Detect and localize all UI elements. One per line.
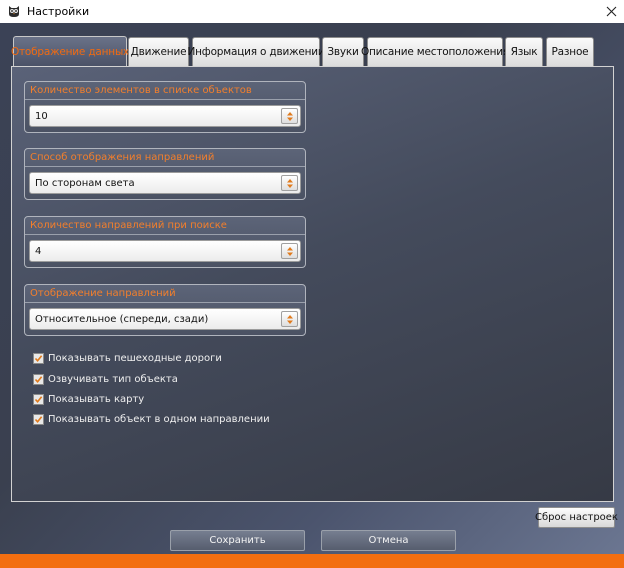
checkbox-show-pedestrian-roads[interactable]: Показывать пешеходные дороги: [33, 351, 222, 365]
tab-movement[interactable]: Движение: [128, 37, 189, 66]
spin-button[interactable]: [281, 108, 298, 124]
spinbox-value: Относительное (спереди, сзади): [35, 314, 209, 325]
close-icon: [606, 6, 616, 17]
spin-arrows-icon: [287, 315, 293, 324]
spin-button[interactable]: [281, 311, 298, 327]
checkbox[interactable]: [33, 373, 44, 385]
window-title: Настройки: [27, 5, 90, 18]
spinbox-value: По сторонам света: [35, 178, 135, 189]
checkmark-icon: [34, 395, 43, 403]
group-divider: [25, 302, 305, 303]
checkbox-label: Показывать карту: [48, 393, 145, 405]
group-search-directions-count: Количество направлений при поиске 4: [24, 216, 306, 268]
tab-movement-info[interactable]: Информация о движении: [187, 37, 325, 66]
group-divider: [25, 166, 305, 167]
checkbox-label: Озвучивать тип объекта: [48, 373, 178, 385]
objects-count-spinbox[interactable]: 10: [29, 105, 301, 127]
spin-arrows-icon: [287, 247, 293, 256]
spin-arrows-icon: [287, 179, 293, 188]
spinbox-value: 4: [35, 246, 42, 257]
checkbox[interactable]: [33, 352, 44, 364]
owl-icon: [7, 4, 21, 18]
direction-method-spinbox[interactable]: По сторонам света: [29, 172, 301, 194]
tab-label: Звуки: [327, 46, 359, 58]
tab-sounds[interactable]: Звуки: [322, 37, 364, 66]
group-divider: [25, 99, 305, 100]
direction-display-spinbox[interactable]: Относительное (спереди, сзади): [29, 308, 301, 330]
button-label: Сохранить: [209, 535, 266, 546]
search-directions-spinbox[interactable]: 4: [29, 240, 301, 262]
cancel-button[interactable]: Отмена: [321, 530, 456, 551]
reset-settings-button[interactable]: Сброс настроек: [535, 507, 618, 528]
checkmark-icon: [34, 375, 43, 383]
group-objects-list-count: Количество элементов в списке объектов 1…: [24, 81, 306, 133]
tab-label: Описание местоположения: [360, 46, 510, 58]
group-direction-display: Отображение направлений Относительное (с…: [24, 284, 306, 336]
tab-label: Отображение данных: [10, 46, 130, 58]
checkbox-single-direction[interactable]: Показывать объект в одном направлении: [33, 412, 270, 426]
tab-label: Разное: [551, 46, 589, 58]
checkbox-label: Показывать пешеходные дороги: [48, 352, 222, 364]
checkbox[interactable]: [33, 393, 44, 405]
checkbox-label: Показывать объект в одном направлении: [48, 413, 270, 425]
button-label: Отмена: [368, 535, 409, 546]
spin-arrows-icon: [287, 112, 293, 121]
checkbox-voice-object-type[interactable]: Озвучивать тип объекта: [33, 372, 178, 386]
title-bar: Настройки: [0, 0, 624, 23]
group-label: Отображение направлений: [30, 288, 176, 299]
bottom-accent-bar: [0, 554, 624, 568]
spin-button[interactable]: [281, 243, 298, 259]
group-label: Количество элементов в списке объектов: [30, 85, 252, 96]
tab-label: Язык: [510, 46, 538, 58]
tab-label: Информация о движении: [187, 46, 325, 58]
save-button[interactable]: Сохранить: [170, 530, 305, 551]
group-label: Количество направлений при поиске: [30, 220, 227, 231]
checkmark-icon: [34, 415, 43, 423]
group-direction-method: Способ отображения направлений По сторон…: [24, 148, 306, 200]
tab-data-display[interactable]: Отображение данных: [10, 36, 130, 67]
close-button[interactable]: [598, 0, 624, 23]
tab-misc[interactable]: Разное: [546, 37, 594, 66]
checkmark-icon: [34, 354, 43, 362]
button-label: Сброс настроек: [535, 512, 618, 523]
group-divider: [25, 234, 305, 235]
spinbox-value: 10: [35, 111, 48, 122]
tab-label: Движение: [130, 46, 187, 58]
tab-language[interactable]: Язык: [505, 37, 543, 66]
checkbox-show-map[interactable]: Показывать карту: [33, 392, 144, 406]
tab-location-description[interactable]: Описание местоположения: [361, 37, 509, 66]
spin-button[interactable]: [281, 175, 298, 191]
group-label: Способ отображения направлений: [30, 152, 215, 163]
checkbox[interactable]: [33, 413, 44, 425]
